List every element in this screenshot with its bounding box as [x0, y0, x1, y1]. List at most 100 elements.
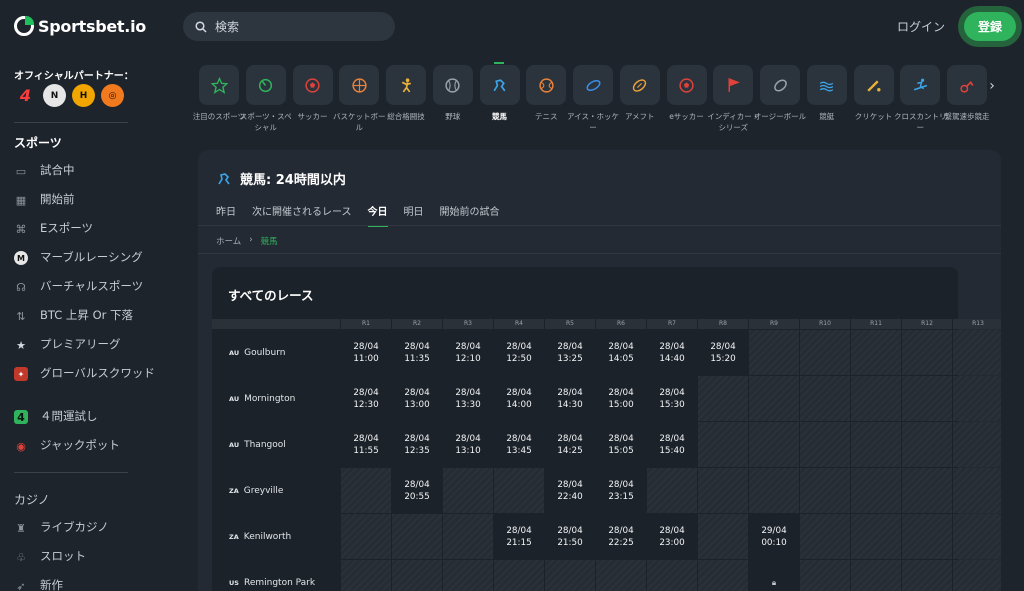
sport-tile-basketball[interactable]: バスケットボール: [333, 65, 386, 133]
race-cell[interactable]: 28/04 11:35: [392, 330, 442, 375]
venue-row-label[interactable]: ZA Kenilworth: [212, 514, 340, 559]
sidebar-item-premier[interactable]: ★ プレミアリーグ: [14, 337, 194, 352]
race-cell[interactable]: 28/04 15:05: [596, 422, 646, 467]
race-time: 13:25: [557, 353, 583, 364]
race-cell-empty: [800, 514, 850, 559]
sidebar-item-new[interactable]: ➶ 新作: [14, 578, 194, 591]
race-cell-locked[interactable]: 🔒︎: [749, 560, 799, 591]
race-cell[interactable]: 28/04 11:55: [341, 422, 391, 467]
tab-next-races[interactable]: 次に開催されるレース: [252, 203, 352, 227]
laliga-logo-icon[interactable]: 4: [14, 84, 37, 107]
sidebar-item-esports[interactable]: ⌘ Eスポーツ: [14, 221, 194, 236]
sport-tile-box: [386, 65, 426, 105]
sidebar-item-jackpot[interactable]: ◉ ジャックポット: [14, 438, 194, 453]
race-cell[interactable]: 28/04 15:30: [647, 376, 697, 421]
tab-upcoming-matches[interactable]: 開始前の試合: [440, 203, 500, 227]
sport-tile-box: [573, 65, 613, 105]
breadcrumb-home[interactable]: ホーム: [216, 235, 241, 247]
race-cell[interactable]: 28/04 21:50: [545, 514, 595, 559]
sidebar-item-squad[interactable]: ✦ グローバルスクワッド: [14, 366, 194, 381]
sport-tile-cricket[interactable]: クリケット: [853, 65, 895, 122]
sport-tile-special[interactable]: スポーツ・スペシャル: [240, 65, 292, 133]
register-button[interactable]: 登録: [964, 12, 1016, 41]
race-time: 15:05: [608, 445, 634, 456]
logo[interactable]: Sportsbet.io: [14, 16, 146, 36]
login-link[interactable]: ログイン: [897, 18, 945, 35]
race-cell[interactable]: 28/04 14:05: [596, 330, 646, 375]
sport-tile-aussie[interactable]: オージーボール: [754, 65, 806, 122]
race-cell[interactable]: 28/04 23:15: [596, 468, 646, 513]
sport-tile-soccer[interactable]: サッカー: [292, 65, 334, 122]
venue-row-label[interactable]: AU Thangool: [212, 422, 340, 467]
sport-tile-baseball[interactable]: 野球: [432, 65, 474, 122]
race-cell[interactable]: 29/04 00:10: [749, 514, 799, 559]
sport-tile-hockey[interactable]: アイス・ホッケー: [567, 65, 619, 133]
venue-row-label[interactable]: ZA Greyville: [212, 468, 340, 513]
sidebar-item-upcoming[interactable]: ▦ 開始前: [14, 192, 194, 207]
race-cell[interactable]: 28/04 20:55: [392, 468, 442, 513]
race-cell[interactable]: 28/04 15:40: [647, 422, 697, 467]
sport-tile-star[interactable]: 注目のスポーツ: [193, 65, 245, 122]
hull-logo-icon[interactable]: H: [72, 84, 95, 107]
race-cell[interactable]: 28/04 12:30: [341, 376, 391, 421]
race-cell[interactable]: 28/04 23:00: [647, 514, 697, 559]
sidebar-item-four[interactable]: 4 ４問運試し: [14, 409, 194, 424]
star-icon: [210, 76, 228, 94]
venue-row-label[interactable]: AU Goulburn: [212, 330, 340, 375]
race-cell[interactable]: 28/04 13:30: [443, 376, 493, 421]
basketball-partner-logo-icon[interactable]: ◎: [101, 84, 124, 107]
race-cell[interactable]: 28/04 12:10: [443, 330, 493, 375]
race-cell[interactable]: 28/04 15:20: [698, 330, 748, 375]
search-bar[interactable]: [183, 12, 395, 41]
sport-tile-mma[interactable]: 総合格闘技: [385, 65, 427, 122]
sidebar-item-virtual[interactable]: ☊ バーチャルスポーツ: [14, 279, 194, 294]
newcastle-logo-icon[interactable]: N: [43, 84, 66, 107]
sport-tile-box: [245, 65, 286, 105]
race-cell[interactable]: 28/04 12:35: [392, 422, 442, 467]
sidebar-item-btc[interactable]: ⇅ BTC 上昇 Or 下落: [14, 308, 194, 323]
race-cell[interactable]: 28/04 14:25: [545, 422, 595, 467]
race-time: 21:15: [506, 537, 532, 548]
race-cell[interactable]: 28/04 11:00: [341, 330, 391, 375]
race-cell[interactable]: 28/04 14:00: [494, 376, 544, 421]
sport-tile-harness[interactable]: 繋駕速歩競走: [945, 65, 990, 122]
race-cell[interactable]: 28/04 22:40: [545, 468, 595, 513]
race-cell[interactable]: 28/04 15:00: [596, 376, 646, 421]
sport-tile-horse[interactable]: 競馬: [479, 62, 521, 122]
race-cell-empty: [902, 560, 952, 591]
race-cell[interactable]: 28/04 22:25: [596, 514, 646, 559]
tab-tomorrow[interactable]: 明日: [404, 203, 424, 227]
sidebar-item-live[interactable]: ▭ 試合中: [14, 163, 194, 178]
race-cell[interactable]: 28/04 13:00: [392, 376, 442, 421]
venue-row-label[interactable]: AU Mornington: [212, 376, 340, 421]
sport-tile-ski[interactable]: クロスカントリー: [894, 65, 947, 133]
race-time: 15:20: [710, 353, 736, 364]
sport-tile-esoccer[interactable]: eサッカー: [666, 65, 708, 122]
race-cell-empty: [800, 468, 850, 513]
tab-today[interactable]: 今日: [367, 203, 388, 227]
race-cell[interactable]: 28/04 21:15: [494, 514, 544, 559]
search-input[interactable]: [215, 19, 375, 34]
sport-tile-tennis[interactable]: テニス: [525, 65, 567, 122]
race-cell[interactable]: 28/04 13:10: [443, 422, 493, 467]
race-cell[interactable]: 28/04 14:30: [545, 376, 595, 421]
race-date: 28/04: [404, 341, 430, 352]
sport-tile-flag[interactable]: インディカー・シリーズ: [707, 65, 759, 133]
sports-carousel: › 注目のスポーツ スポーツ・スペシャル サッカー バスケットボール 総合格闘技 野球 競馬…: [193, 54, 1024, 150]
sidebar-item-slots[interactable]: ♧ スロット: [14, 549, 194, 564]
sidebar-item-marble[interactable]: M マーブルレーシング: [14, 250, 194, 265]
race-cell[interactable]: 28/04 12:50: [494, 330, 544, 375]
race-cell[interactable]: 28/04 14:40: [647, 330, 697, 375]
race-cell[interactable]: 28/04 13:25: [545, 330, 595, 375]
sport-tile-boat[interactable]: 競艇: [806, 65, 848, 122]
race-time: 22:40: [557, 491, 583, 502]
chevron-right-icon: ›: [249, 235, 253, 245]
race-cell-empty: [545, 560, 595, 591]
race-date: 28/04: [659, 341, 685, 352]
race-cell[interactable]: 28/04 13:45: [494, 422, 544, 467]
sidebar-item-live-casino[interactable]: ♜ ライブカジノ: [14, 520, 194, 535]
sport-tile-football[interactable]: アメフト: [619, 65, 661, 122]
venue-row-label[interactable]: US Remington Park: [212, 560, 340, 591]
tab-yesterday[interactable]: 昨日: [216, 203, 236, 227]
race-cell-empty: [341, 560, 391, 591]
